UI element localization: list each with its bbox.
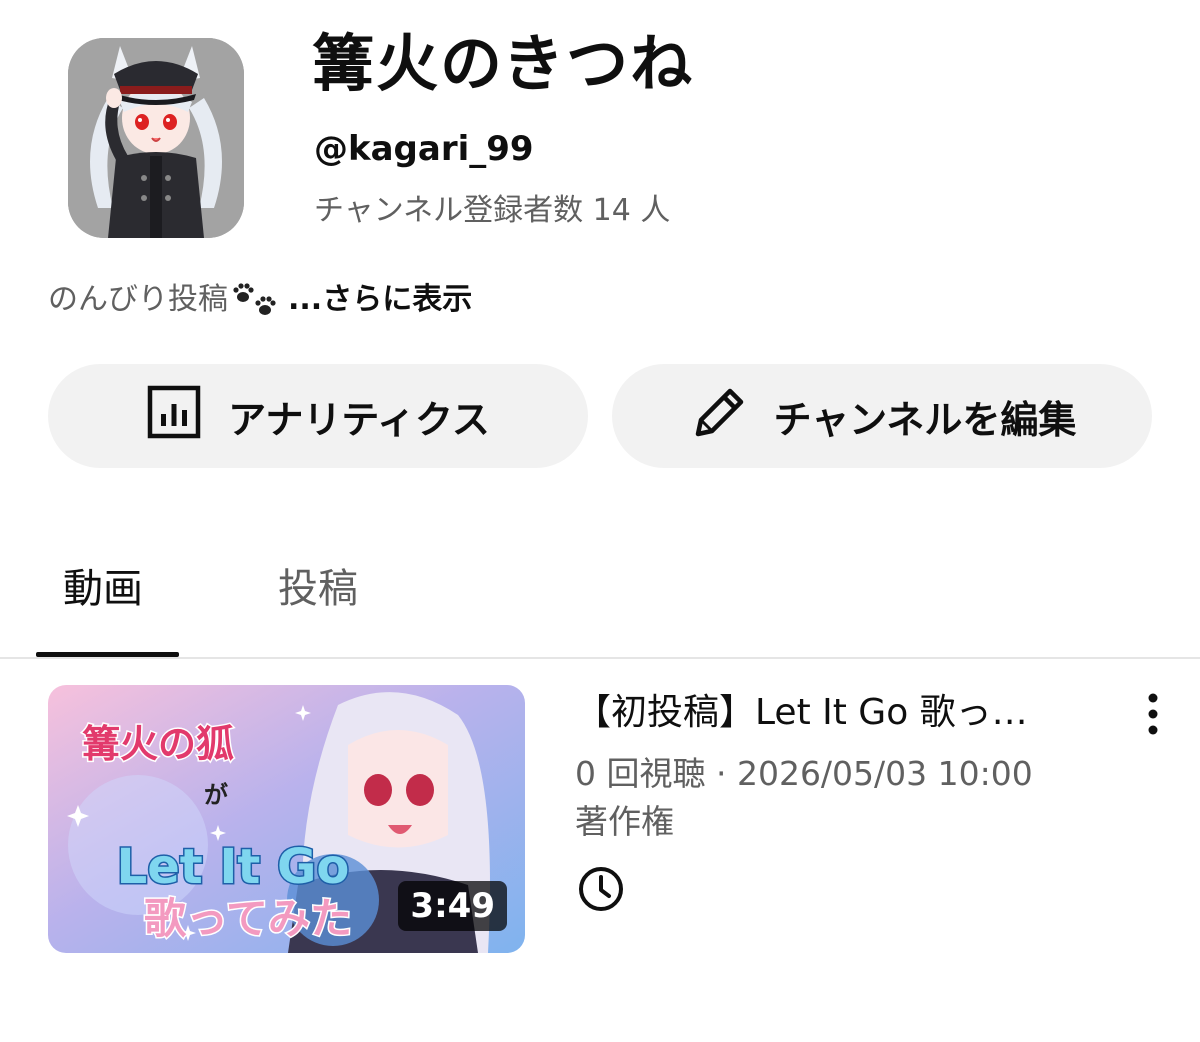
edit-channel-label: チャンネルを編集 bbox=[773, 397, 1077, 442]
pencil-icon bbox=[688, 382, 748, 451]
analytics-label: アナリティクス bbox=[228, 397, 490, 442]
channel-avatar[interactable] bbox=[68, 38, 244, 238]
tab-posts[interactable]: 投稿 bbox=[278, 563, 358, 615]
more-options-icon[interactable] bbox=[1138, 692, 1168, 736]
tabs-divider bbox=[0, 657, 1200, 659]
video-title[interactable]: 【初投稿】Let It Go 歌っ… bbox=[575, 690, 1095, 736]
clock-icon bbox=[577, 865, 625, 913]
analytics-button[interactable]: アナリティクス bbox=[48, 364, 588, 468]
tab-videos[interactable]: 動画 bbox=[63, 563, 143, 615]
video-meta: 0 回視聴 · 2026/05/03 10:00 bbox=[575, 754, 1033, 793]
channel-handle: @kagari_99 bbox=[314, 129, 534, 169]
thumb-text-line2: が bbox=[204, 781, 228, 809]
thumb-text-line1: 篝火の狐 bbox=[82, 722, 234, 766]
thumb-text-line3: Let It Go bbox=[117, 839, 350, 895]
description-text: のんびり投稿 bbox=[48, 282, 228, 317]
show-more-link[interactable]: ...さらに表示 bbox=[288, 280, 472, 320]
thumb-text-line4: 歌ってみた bbox=[144, 894, 352, 943]
paw-prints-icon bbox=[232, 282, 278, 318]
channel-name: 篝火のきつね bbox=[312, 27, 695, 100]
edit-channel-button[interactable]: チャンネルを編集 bbox=[612, 364, 1152, 468]
video-duration: 3:49 bbox=[398, 881, 507, 931]
video-thumbnail[interactable]: 篝火の狐 が Let It Go 歌ってみた 3:49 bbox=[48, 685, 525, 953]
channel-description[interactable]: のんびり投稿 ...さらに表示 bbox=[48, 280, 472, 320]
analytics-icon bbox=[146, 384, 202, 449]
avatar-illustration bbox=[68, 38, 244, 238]
subscriber-count: チャンネル登録者数 14 人 bbox=[314, 193, 671, 228]
video-license: 著作権 bbox=[575, 802, 674, 841]
